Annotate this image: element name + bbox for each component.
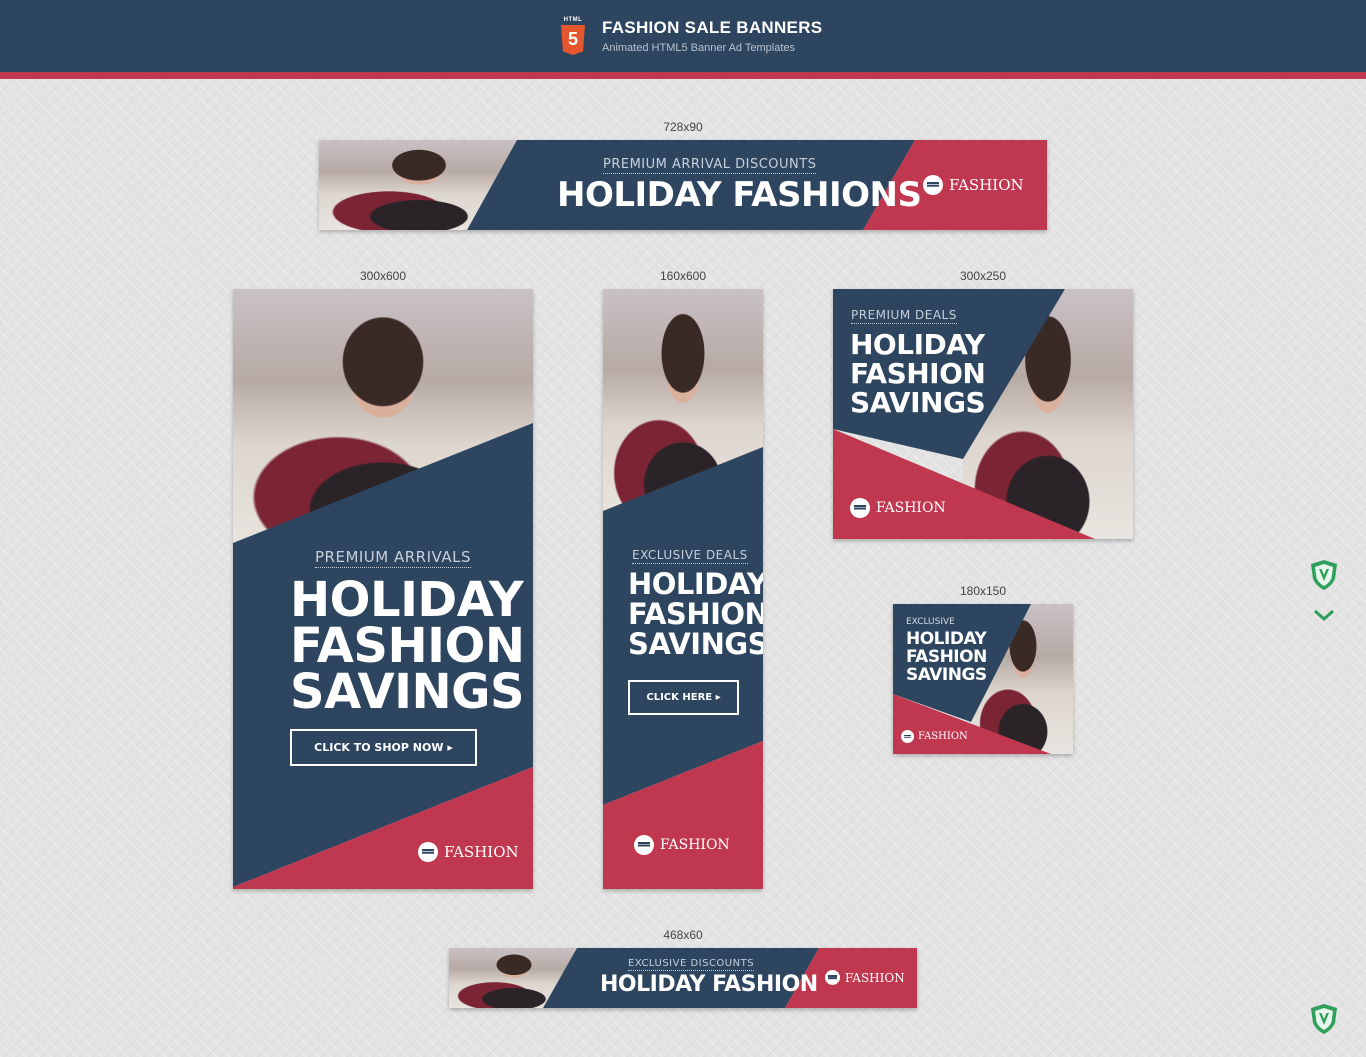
banner-headline-line2: FASHION <box>850 357 986 390</box>
cta-button[interactable]: CLICK HERE ▸ <box>628 680 739 715</box>
fashion-logo-text: FASHION <box>660 837 730 853</box>
html5-label: HTML <box>563 17 583 23</box>
fashion-logo-icon <box>901 730 914 743</box>
size-label-468x60: 468x60 <box>663 928 703 942</box>
fashion-logo-text: FASHION <box>918 731 968 742</box>
fashion-logo-text: FASHION <box>845 970 905 985</box>
banner-300x600[interactable]: PREMIUM ARRIVALS HOLIDAY FASHION SAVINGS… <box>233 289 533 889</box>
fashion-logo-text: FASHION <box>949 176 1024 194</box>
banner-pretitle: PREMIUM ARRIVAL DISCOUNTS <box>603 157 817 174</box>
header-accent-stripe <box>0 72 1366 79</box>
banner-headline-line1: HOLIDAY <box>628 567 763 601</box>
banner-headline-line1: HOLIDAY <box>850 328 985 361</box>
fashion-logo-text: FASHION <box>444 843 519 861</box>
fashion-logo-icon <box>850 498 870 518</box>
banner-pretitle: EXCLUSIVE DEALS <box>632 548 748 564</box>
banner-headline-line3: SAVINGS <box>290 664 525 720</box>
banner-468x60[interactable]: EXCLUSIVE DISCOUNTS HOLIDAY FASHION FASH… <box>449 948 917 1008</box>
banner-pretitle: EXCLUSIVE <box>906 617 955 627</box>
fashion-logo-icon <box>634 835 654 855</box>
banner-headline-line1: HOLIDAY <box>290 572 524 628</box>
fashion-logo-text: FASHION <box>876 500 946 516</box>
fashion-logo: FASHION <box>825 970 905 985</box>
banner-headline-line2: FASHION <box>628 597 763 631</box>
page-title: FASHION SALE BANNERS <box>602 18 823 37</box>
page-subtitle: Animated HTML5 Banner Ad Templates <box>602 42 796 54</box>
banner-728x90[interactable]: PREMIUM ARRIVAL DISCOUNTS HOLIDAY FASHIO… <box>319 140 1047 230</box>
banner-headline-line3: SAVINGS <box>906 665 987 685</box>
shield-icon[interactable] <box>1310 559 1338 591</box>
banner-headline-line2: FASHION <box>290 618 525 674</box>
size-label-728x90: 728x90 <box>663 120 703 134</box>
fashion-logo-icon <box>923 175 943 195</box>
cta-button[interactable]: CLICK TO SHOP NOW ▸ <box>290 729 477 766</box>
banner-headline: HOLIDAY FASHIONS <box>557 175 922 215</box>
banner-headline-line3: SAVINGS <box>628 627 763 661</box>
fashion-logo: FASHION <box>923 175 1024 195</box>
size-label-300x600: 300x600 <box>359 269 407 283</box>
size-label-160x600: 160x600 <box>659 269 707 283</box>
banner-pretitle: EXCLUSIVE DISCOUNTS <box>628 958 755 971</box>
fashion-logo: FASHION <box>901 730 968 743</box>
chevron-down-icon[interactable] <box>1313 608 1335 622</box>
fashion-logo-icon <box>418 842 438 862</box>
html5-icon: HTML 5 <box>560 17 586 57</box>
fashion-logo: FASHION <box>634 835 730 855</box>
banner-160x600[interactable]: EXCLUSIVE DEALS HOLIDAY FASHION SAVINGS … <box>603 289 763 889</box>
fashion-logo: FASHION <box>418 842 519 862</box>
shield-icon[interactable] <box>1310 1003 1338 1035</box>
banner-300x250[interactable]: PREMIUM DEALS HOLIDAY FASHION SAVINGS FA… <box>833 289 1133 539</box>
html5-number: 5 <box>561 25 585 55</box>
banner-headline-line1: HOLIDAY <box>906 629 987 649</box>
banner-headline-line2: FASHION <box>906 647 987 667</box>
banner-pretitle: PREMIUM DEALS <box>851 308 957 324</box>
banner-headline-line3: SAVINGS <box>850 386 986 419</box>
fashion-logo: FASHION <box>850 498 946 518</box>
size-label-300x250: 300x250 <box>959 269 1007 283</box>
fashion-logo-icon <box>825 970 840 985</box>
banner-180x150[interactable]: EXCLUSIVE HOLIDAY FASHION SAVINGS FASHIO… <box>893 604 1073 754</box>
banner-pretitle: PREMIUM ARRIVALS <box>315 548 471 568</box>
size-label-180x150: 180x150 <box>959 584 1007 598</box>
banner-headline: HOLIDAY FASHION <box>600 972 818 997</box>
